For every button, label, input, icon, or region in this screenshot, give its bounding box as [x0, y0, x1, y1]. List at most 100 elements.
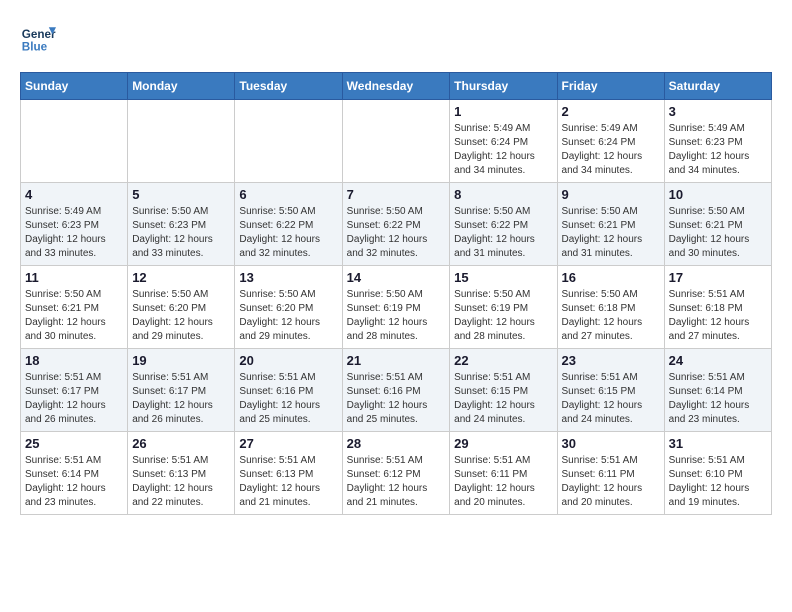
- day-info: Sunrise: 5:49 AM Sunset: 6:23 PM Dayligh…: [669, 122, 767, 178]
- calendar-week-2: 4 Sunrise: 5:49 AM Sunset: 6:23 PM Daylig…: [21, 183, 772, 266]
- day-number: 19: [132, 353, 230, 368]
- calendar-week-5: 25Sunrise: 5:51 AM Sunset: 6:14 PM Dayli…: [21, 432, 772, 515]
- calendar-cell: 11 Sunrise: 5:50 AM Sunset: 6:21 PM Dayli…: [21, 266, 128, 349]
- calendar-cell: 6 Sunrise: 5:50 AM Sunset: 6:22 PM Daylig…: [235, 183, 342, 266]
- calendar-cell: 7 Sunrise: 5:50 AM Sunset: 6:22 PM Daylig…: [342, 183, 450, 266]
- calendar-cell: 8Sunrise: 5:50 AM Sunset: 6:22 PM Daylig…: [450, 183, 557, 266]
- day-number: 7: [347, 187, 446, 202]
- day-info: Sunrise: 5:51 AM Sunset: 6:18 PM Dayligh…: [669, 288, 767, 344]
- day-number: 8: [454, 187, 552, 202]
- day-number: 26: [132, 436, 230, 451]
- day-info: Sunrise: 5:50 AM Sunset: 6:21 PM Dayligh…: [562, 205, 660, 261]
- day-info: Sunrise: 5:51 AM Sunset: 6:13 PM Dayligh…: [132, 454, 230, 510]
- day-number: 4: [25, 187, 123, 202]
- day-number: 29: [454, 436, 552, 451]
- day-info: Sunrise: 5:51 AM Sunset: 6:11 PM Dayligh…: [454, 454, 552, 510]
- calendar-cell: 3 Sunrise: 5:49 AM Sunset: 6:23 PM Daylig…: [664, 100, 771, 183]
- day-number: 20: [239, 353, 337, 368]
- day-info: Sunrise: 5:51 AM Sunset: 6:16 PM Dayligh…: [239, 371, 337, 427]
- day-number: 17: [669, 270, 767, 285]
- calendar-body: 1 Sunrise: 5:49 AM Sunset: 6:24 PM Daylig…: [21, 100, 772, 515]
- day-info: Sunrise: 5:50 AM Sunset: 6:20 PM Dayligh…: [239, 288, 337, 344]
- day-info: Sunrise: 5:49 AM Sunset: 6:24 PM Dayligh…: [562, 122, 660, 178]
- calendar-cell: 17 Sunrise: 5:51 AM Sunset: 6:18 PM Dayli…: [664, 266, 771, 349]
- day-info: Sunrise: 5:50 AM Sunset: 6:19 PM Dayligh…: [454, 288, 552, 344]
- day-info: Sunrise: 5:50 AM Sunset: 6:19 PM Dayligh…: [347, 288, 446, 344]
- weekday-header-sunday: Sunday: [21, 73, 128, 100]
- calendar-cell: 26 Sunrise: 5:51 AM Sunset: 6:13 PM Dayli…: [128, 432, 235, 515]
- weekday-header-monday: Monday: [128, 73, 235, 100]
- day-number: 1: [454, 104, 552, 119]
- calendar-cell: 23 Sunrise: 5:51 AM Sunset: 6:15 PM Dayli…: [557, 349, 664, 432]
- calendar-cell: 27 Sunrise: 5:51 AM Sunset: 6:13 PM Dayli…: [235, 432, 342, 515]
- weekday-header-friday: Friday: [557, 73, 664, 100]
- day-info: Sunrise: 5:51 AM Sunset: 6:14 PM Dayligh…: [669, 371, 767, 427]
- calendar-cell: 1 Sunrise: 5:49 AM Sunset: 6:24 PM Daylig…: [450, 100, 557, 183]
- calendar-cell: 25Sunrise: 5:51 AM Sunset: 6:14 PM Dayli…: [21, 432, 128, 515]
- day-number: 13: [239, 270, 337, 285]
- calendar-cell: 15 Sunrise: 5:50 AM Sunset: 6:19 PM Dayli…: [450, 266, 557, 349]
- day-number: 30: [562, 436, 660, 451]
- day-info: Sunrise: 5:51 AM Sunset: 6:15 PM Dayligh…: [562, 371, 660, 427]
- weekday-header-tuesday: Tuesday: [235, 73, 342, 100]
- day-info: Sunrise: 5:50 AM Sunset: 6:22 PM Dayligh…: [239, 205, 337, 261]
- page-header: General Blue: [20, 20, 772, 56]
- calendar-cell: 31 Sunrise: 5:51 AM Sunset: 6:10 PM Dayli…: [664, 432, 771, 515]
- logo-icon: General Blue: [20, 20, 56, 56]
- weekday-header-thursday: Thursday: [450, 73, 557, 100]
- day-info: Sunrise: 5:50 AM Sunset: 6:21 PM Dayligh…: [25, 288, 123, 344]
- calendar-week-1: 1 Sunrise: 5:49 AM Sunset: 6:24 PM Daylig…: [21, 100, 772, 183]
- calendar-cell: 9 Sunrise: 5:50 AM Sunset: 6:21 PM Daylig…: [557, 183, 664, 266]
- calendar-cell: [21, 100, 128, 183]
- calendar-cell: 21Sunrise: 5:51 AM Sunset: 6:16 PM Dayli…: [342, 349, 450, 432]
- day-number: 11: [25, 270, 123, 285]
- calendar-cell: 5 Sunrise: 5:50 AM Sunset: 6:23 PM Daylig…: [128, 183, 235, 266]
- day-info: Sunrise: 5:51 AM Sunset: 6:17 PM Dayligh…: [25, 371, 123, 427]
- day-info: Sunrise: 5:49 AM Sunset: 6:23 PM Dayligh…: [25, 205, 123, 261]
- day-number: 27: [239, 436, 337, 451]
- day-number: 6: [239, 187, 337, 202]
- calendar-cell: 13 Sunrise: 5:50 AM Sunset: 6:20 PM Dayli…: [235, 266, 342, 349]
- day-number: 31: [669, 436, 767, 451]
- calendar-header: SundayMondayTuesdayWednesdayThursdayFrid…: [21, 73, 772, 100]
- calendar-cell: 18 Sunrise: 5:51 AM Sunset: 6:17 PM Dayli…: [21, 349, 128, 432]
- day-info: Sunrise: 5:49 AM Sunset: 6:24 PM Dayligh…: [454, 122, 552, 178]
- day-number: 28: [347, 436, 446, 451]
- day-info: Sunrise: 5:51 AM Sunset: 6:14 PM Dayligh…: [25, 454, 123, 510]
- calendar-cell: 16Sunrise: 5:50 AM Sunset: 6:18 PM Dayli…: [557, 266, 664, 349]
- calendar-week-3: 11 Sunrise: 5:50 AM Sunset: 6:21 PM Dayli…: [21, 266, 772, 349]
- calendar-cell: 12 Sunrise: 5:50 AM Sunset: 6:20 PM Dayli…: [128, 266, 235, 349]
- day-info: Sunrise: 5:51 AM Sunset: 6:16 PM Dayligh…: [347, 371, 446, 427]
- calendar-cell: 22Sunrise: 5:51 AM Sunset: 6:15 PM Dayli…: [450, 349, 557, 432]
- logo: General Blue: [20, 20, 60, 56]
- calendar-cell: 24Sunrise: 5:51 AM Sunset: 6:14 PM Dayli…: [664, 349, 771, 432]
- day-number: 3: [669, 104, 767, 119]
- calendar-cell: 29 Sunrise: 5:51 AM Sunset: 6:11 PM Dayli…: [450, 432, 557, 515]
- calendar-cell: [235, 100, 342, 183]
- weekday-header-saturday: Saturday: [664, 73, 771, 100]
- day-number: 12: [132, 270, 230, 285]
- day-info: Sunrise: 5:51 AM Sunset: 6:13 PM Dayligh…: [239, 454, 337, 510]
- calendar-cell: 4 Sunrise: 5:49 AM Sunset: 6:23 PM Daylig…: [21, 183, 128, 266]
- day-info: Sunrise: 5:51 AM Sunset: 6:12 PM Dayligh…: [347, 454, 446, 510]
- svg-text:Blue: Blue: [22, 41, 48, 54]
- day-info: Sunrise: 5:50 AM Sunset: 6:23 PM Dayligh…: [132, 205, 230, 261]
- day-info: Sunrise: 5:50 AM Sunset: 6:20 PM Dayligh…: [132, 288, 230, 344]
- day-number: 10: [669, 187, 767, 202]
- day-number: 15: [454, 270, 552, 285]
- calendar-cell: 20 Sunrise: 5:51 AM Sunset: 6:16 PM Dayli…: [235, 349, 342, 432]
- calendar-table: SundayMondayTuesdayWednesdayThursdayFrid…: [20, 72, 772, 515]
- calendar-cell: 10 Sunrise: 5:50 AM Sunset: 6:21 PM Dayli…: [664, 183, 771, 266]
- weekday-header-wednesday: Wednesday: [342, 73, 450, 100]
- day-info: Sunrise: 5:50 AM Sunset: 6:21 PM Dayligh…: [669, 205, 767, 261]
- day-number: 23: [562, 353, 660, 368]
- calendar-cell: [128, 100, 235, 183]
- day-number: 14: [347, 270, 446, 285]
- day-number: 5: [132, 187, 230, 202]
- day-number: 22: [454, 353, 552, 368]
- day-number: 18: [25, 353, 123, 368]
- calendar-cell: 19Sunrise: 5:51 AM Sunset: 6:17 PM Dayli…: [128, 349, 235, 432]
- day-number: 9: [562, 187, 660, 202]
- day-info: Sunrise: 5:51 AM Sunset: 6:10 PM Dayligh…: [669, 454, 767, 510]
- day-info: Sunrise: 5:50 AM Sunset: 6:22 PM Dayligh…: [347, 205, 446, 261]
